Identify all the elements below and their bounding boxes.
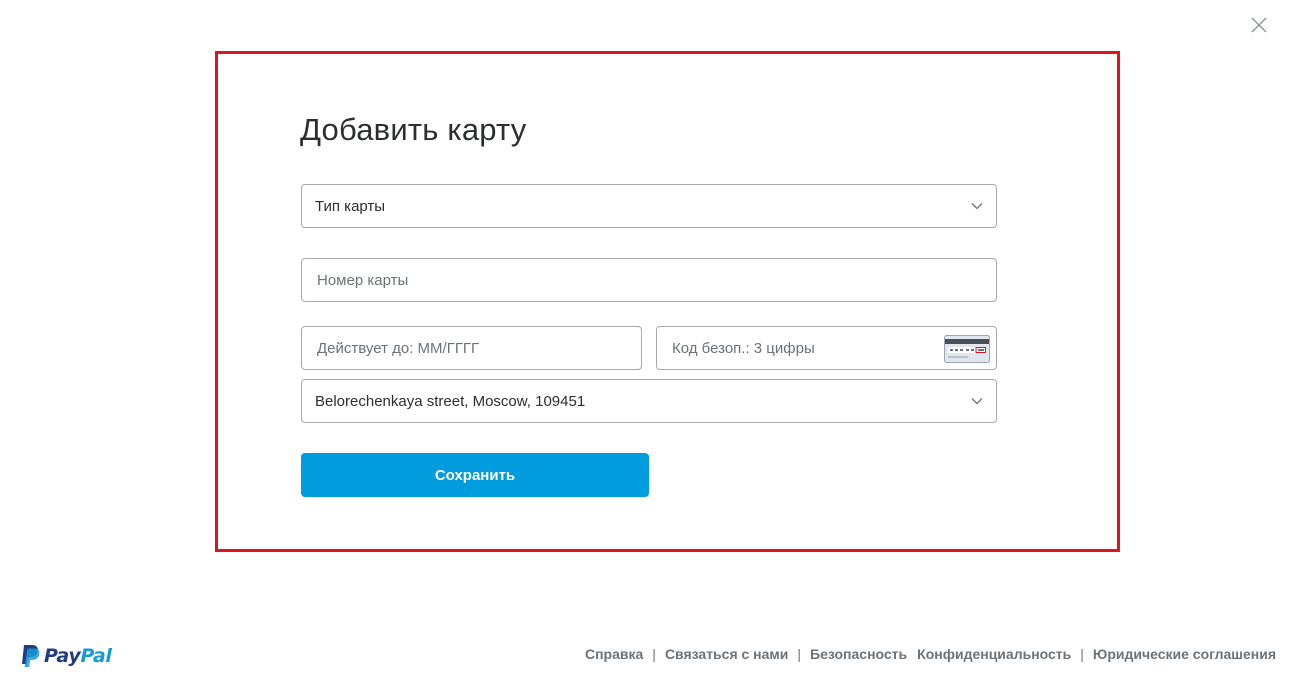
footer-link-help[interactable]: Справка <box>585 646 643 662</box>
footer-separator: | <box>652 646 656 662</box>
close-button[interactable] <box>1246 12 1272 38</box>
footer-link-privacy[interactable]: Конфиденциальность <box>917 646 1071 662</box>
footer-link-contact[interactable]: Связаться с нами <box>665 646 788 662</box>
paypal-p-icon <box>22 645 40 667</box>
footer-links: Справка | Связаться с нами | Безопасност… <box>585 646 1276 662</box>
footer-separator: | <box>797 646 802 662</box>
billing-address-value: Belorechenkaya street, Moscow, 109451 <box>315 392 586 410</box>
card-number-field[interactable] <box>301 258 997 302</box>
footer-separator: | <box>1080 646 1084 662</box>
card-back-cvv-icon <box>944 335 990 363</box>
expiry-input[interactable] <box>302 327 641 369</box>
footer-link-security[interactable]: Безопасность <box>810 646 907 662</box>
paypal-logo-text: PayPal <box>44 645 112 667</box>
chevron-down-icon <box>971 398 983 405</box>
card-type-select[interactable]: Тип карты <box>301 184 997 228</box>
page-title: Добавить карту <box>300 112 527 147</box>
chevron-down-icon <box>971 203 983 210</box>
card-type-value: Тип карты <box>315 197 386 215</box>
expiry-field[interactable] <box>301 326 642 370</box>
save-button[interactable]: Сохранить <box>301 453 649 497</box>
paypal-logo[interactable]: PayPal <box>20 642 112 670</box>
cvv-field[interactable] <box>656 326 997 370</box>
billing-address-select[interactable]: Belorechenkaya street, Moscow, 109451 <box>301 379 997 423</box>
footer-link-legal[interactable]: Юридические соглашения <box>1093 646 1276 662</box>
add-card-page: Добавить карту Тип карты Belorechenkaya … <box>0 0 1299 681</box>
close-icon <box>1251 17 1267 33</box>
card-number-input[interactable] <box>302 259 996 301</box>
